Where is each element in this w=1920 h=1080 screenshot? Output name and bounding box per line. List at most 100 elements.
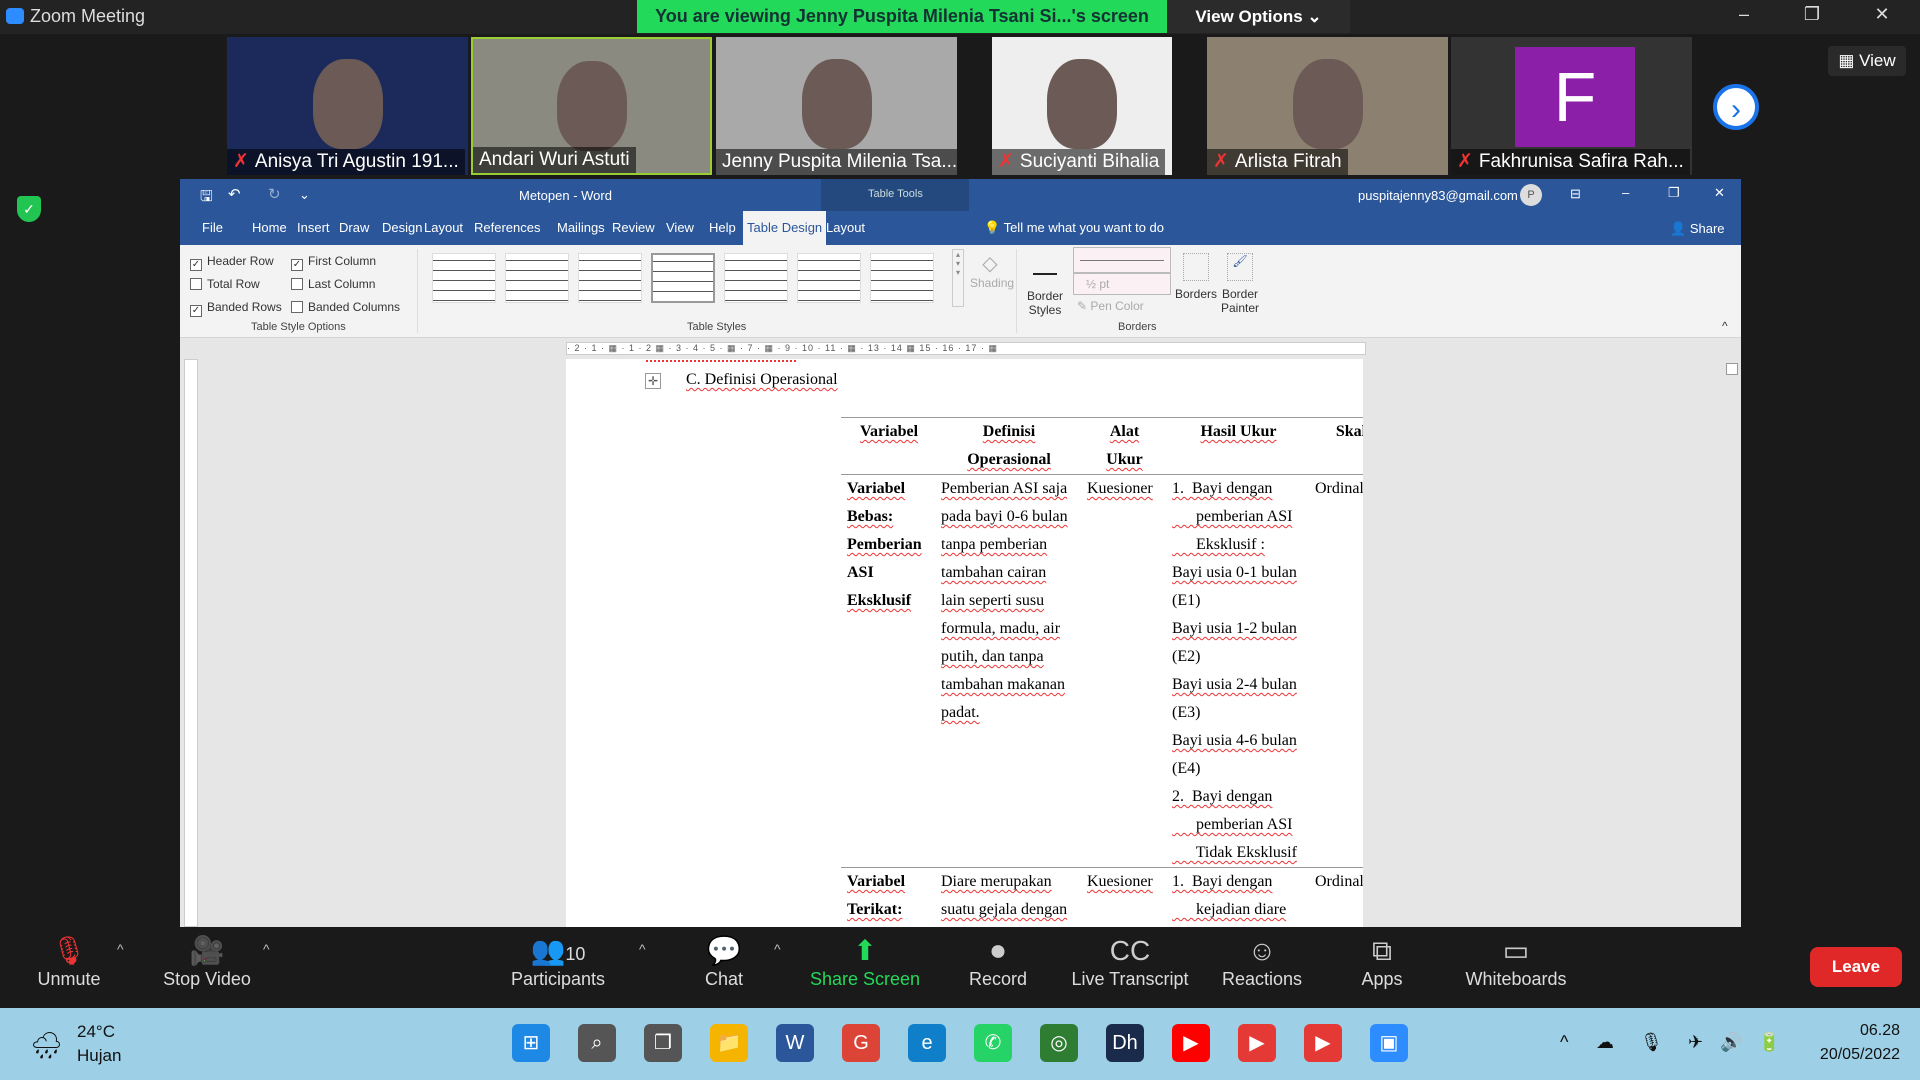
table-cell[interactable]: 1. Bayi dengan kejadian diare2. Bayi tan…: [1166, 867, 1309, 927]
chevron-up-icon[interactable]: ^: [1560, 1032, 1568, 1053]
volume-icon[interactable]: 🔊: [1720, 1032, 1742, 1053]
onedrive-icon[interactable]: ☁: [1596, 1032, 1614, 1053]
table-cell[interactable]: Diare merupakansuatu gejala dengantanda …: [935, 867, 1081, 927]
start-icon[interactable]: ⊞: [512, 1024, 550, 1062]
line-style-select[interactable]: [1073, 247, 1171, 273]
table-style-option[interactable]: [797, 253, 861, 303]
clock-date[interactable]: 20/05/2022: [1800, 1046, 1900, 1064]
styles-scroll[interactable]: ▴ ▾ ▾: [952, 249, 964, 307]
close-button[interactable]: ✕: [1862, 4, 1902, 30]
table-style-option[interactable]: [505, 253, 569, 303]
participants-button[interactable]: 👥10 Participants: [478, 933, 638, 990]
horizontal-ruler[interactable]: · 2 · 1 · ▦ · 1 · 2 ▦ · 3 · 4 · 5 · ▦ · …: [180, 338, 1741, 359]
table-cell[interactable]: VariabelTerikat:Kejadian: [841, 867, 935, 927]
next-page-arrow-icon[interactable]: ›: [1713, 84, 1759, 130]
whiteboards-button[interactable]: ▭ Whiteboards: [1436, 933, 1596, 990]
tab-layout[interactable]: Layout: [420, 211, 467, 245]
border-styles-button[interactable]: Border Styles: [1025, 255, 1065, 317]
pen-color-button[interactable]: ✎ Pen Color: [1077, 299, 1144, 313]
view-button[interactable]: ▦ View: [1828, 46, 1906, 76]
table-cell[interactable]: Alat Ukur: [1081, 417, 1166, 475]
video-app-icon[interactable]: ▶: [1304, 1024, 1342, 1062]
restore-button[interactable]: ❐: [1668, 185, 1680, 201]
table-cell[interactable]: Variabel: [841, 417, 935, 475]
video-options-caret-icon[interactable]: ^: [263, 941, 270, 957]
search-icon[interactable]: ⌕: [578, 1024, 616, 1062]
zoom-icon[interactable]: ▣: [1370, 1024, 1408, 1062]
clock-time[interactable]: 06.28: [1830, 1022, 1900, 1040]
app-icon[interactable]: ◎: [1040, 1024, 1078, 1062]
chat-options-caret-icon[interactable]: ^: [774, 941, 781, 957]
unmute-options-caret-icon[interactable]: ^: [117, 941, 124, 957]
task-view-icon[interactable]: ❐: [644, 1024, 682, 1062]
table-cell[interactable]: Hasil Ukur: [1166, 417, 1309, 475]
tab-table-design[interactable]: Table Design: [743, 211, 827, 245]
checkbox-first-column[interactable]: ✓ First Column: [291, 253, 376, 271]
tab-view[interactable]: View: [662, 211, 698, 245]
minimize-button[interactable]: –: [1724, 4, 1764, 30]
redo-icon[interactable]: ↻: [268, 185, 281, 203]
tab-references[interactable]: References: [470, 211, 544, 245]
shading-button[interactable]: ◇ Shading: [970, 251, 1014, 290]
customize-qat-icon[interactable]: ⌄: [299, 187, 310, 203]
save-icon[interactable]: 🖫: [200, 186, 213, 211]
collapse-ribbon-icon[interactable]: ^: [1722, 319, 1728, 333]
participants-options-caret-icon[interactable]: ^: [639, 941, 646, 957]
participant-tile[interactable]: ✗ Anisya Tri Agustin 191...: [227, 37, 468, 175]
security-shield-icon[interactable]: ✓: [17, 196, 41, 222]
tab-help[interactable]: Help: [705, 211, 740, 245]
document-page[interactable]: ✛ C. Definisi Operasional Variabel Defini…: [566, 359, 1363, 927]
checkbox-total-row[interactable]: Total Row: [190, 276, 260, 292]
chrome-icon[interactable]: G: [842, 1024, 880, 1062]
vertical-ruler[interactable]: [184, 359, 198, 927]
close-button[interactable]: ✕: [1714, 185, 1725, 201]
table-cell[interactable]: Variabel Bebas: Pemberian ASI Eksklusif: [841, 475, 935, 868]
checkbox-icon[interactable]: [190, 278, 202, 290]
account-email[interactable]: puspitajenny83@gmail.com: [1358, 188, 1518, 203]
participant-tile[interactable]: ✗ Arlista Fitrah: [1207, 37, 1448, 175]
table-style-option[interactable]: [870, 253, 934, 303]
tab-review[interactable]: Review: [608, 211, 659, 245]
checkbox-last-column[interactable]: Last Column: [291, 276, 375, 292]
table-cell[interactable]: Kuesioner: [1081, 867, 1166, 927]
table-cell[interactable]: 1. Bayi dengan pemberian ASI Eksklusif :…: [1166, 475, 1309, 868]
edge-icon[interactable]: e: [908, 1024, 946, 1062]
table-move-handle-icon[interactable]: ✛: [645, 373, 661, 389]
leave-button[interactable]: Leave: [1810, 947, 1902, 987]
checkbox-icon[interactable]: ✓: [190, 305, 202, 317]
participant-tile[interactable]: ✗ Suciyanti Bihalia: [992, 37, 1172, 175]
checkbox-banded-columns[interactable]: Banded Columns: [291, 299, 400, 315]
video-app-icon[interactable]: ▶: [1238, 1024, 1276, 1062]
tab-layout[interactable]: Layout: [822, 211, 869, 245]
line-weight-select[interactable]: ½ pt: [1073, 273, 1171, 295]
participant-tile[interactable]: F ✗ Fakhrunisa Safira Rah...: [1451, 37, 1692, 175]
participant-tile[interactable]: Andari Wuri Astuti: [471, 37, 712, 175]
table-cell[interactable]: Skala: [1309, 417, 1363, 475]
border-painter-button[interactable]: 🖌 Border Painter: [1218, 253, 1262, 315]
checkbox-header-row[interactable]: ✓ Header Row: [190, 253, 274, 271]
tab-mailings[interactable]: Mailings: [553, 211, 609, 245]
youtube-icon[interactable]: ▶: [1172, 1024, 1210, 1062]
table-cell[interactable]: Ordinal: [1309, 475, 1363, 868]
table-cell[interactable]: Kuesioner: [1081, 475, 1166, 868]
tab-draw[interactable]: Draw: [335, 211, 373, 245]
participant-tile[interactable]: Jenny Puspita Milenia Tsa...: [716, 37, 957, 175]
airplane-icon[interactable]: ✈: [1688, 1032, 1703, 1053]
view-options-button[interactable]: View Options ⌄: [1167, 0, 1350, 33]
file-explorer-icon[interactable]: 📁: [710, 1024, 748, 1062]
microphone-icon[interactable]: 🎙: [1640, 1032, 1663, 1053]
table-cell[interactable]: Definisi Operasional: [935, 417, 1081, 475]
checkbox-icon[interactable]: ✓: [190, 259, 202, 271]
avatar[interactable]: P: [1520, 184, 1542, 206]
share-button[interactable]: 👤 Share: [1670, 221, 1725, 237]
table-style-option[interactable]: [578, 253, 642, 303]
tab-home[interactable]: Home: [248, 211, 291, 245]
whatsapp-icon[interactable]: ✆: [974, 1024, 1012, 1062]
tab-insert[interactable]: Insert: [293, 211, 334, 245]
checkbox-banded-rows[interactable]: ✓ Banded Rows: [190, 299, 282, 317]
table-style-option[interactable]: [724, 253, 788, 303]
table-style-option[interactable]: [651, 253, 715, 303]
checkbox-icon[interactable]: [291, 278, 303, 290]
table-cell[interactable]: Pemberian ASI saja pada bayi 0-6 bulan tan…: [935, 475, 1081, 868]
tab-file[interactable]: File: [198, 211, 227, 245]
